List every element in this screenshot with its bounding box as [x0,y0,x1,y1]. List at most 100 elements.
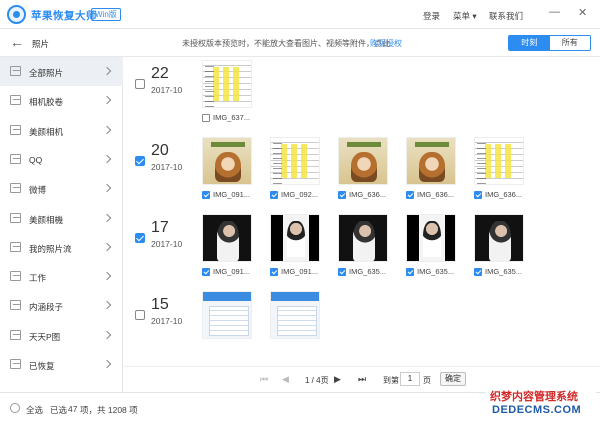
photo-thumbnail[interactable] [406,214,456,262]
sidebar-item[interactable]: QQ [0,145,123,174]
photo-checkbox[interactable] [202,114,210,122]
photo-thumbnail[interactable] [338,137,388,185]
photo-caption: IMG_635... [406,267,462,277]
photo-thumbnail[interactable] [406,137,456,185]
sidebar-item[interactable]: 内涵段子 [0,291,123,320]
photo-filename: IMG_091... [213,267,251,276]
chevron-right-icon [102,242,112,252]
selected-count: 47 [68,404,78,414]
app-logo-icon [7,5,26,24]
album-icon [10,66,21,76]
photo-thumbnail[interactable] [202,137,252,185]
sidebar-item[interactable]: 美颜相机 [0,116,123,145]
sidebar-item-label: 微博 [29,185,47,196]
photo-thumbnail[interactable] [202,60,252,108]
sidebar-item[interactable]: 工作 [0,262,123,291]
date-group: 17 2017-10 IMG_091... IMG_091... IMG_635... I… [124,214,600,290]
photo-image [203,215,251,261]
group-day: 15 [151,296,169,313]
photo-checkbox[interactable] [270,268,278,276]
close-button[interactable]: ✕ [578,6,587,19]
sidebar-item-label: 相机胶卷 [29,97,64,108]
photo-checkbox[interactable] [474,191,482,199]
sidebar-item-label: QQ [29,154,43,165]
minimize-button[interactable]: — [549,6,560,18]
title-bar: 苹果恢复大师 Win版 登录 菜单 ▾ 联系我们 — ✕ [0,0,600,29]
group-month: 2017-10 [151,85,183,95]
sidebar-item[interactable]: 我的照片流 [0,233,123,262]
photo-thumbnail[interactable] [202,214,252,262]
app-title: 苹果恢复大师 [31,10,97,22]
sidebar-item-label: 已恢复 [29,361,55,371]
chevron-right-icon [102,154,112,164]
sidebar-item-label: 美颜相機 [29,214,64,225]
album-icon [10,124,21,135]
photo-image [203,61,251,107]
last-page-icon[interactable]: ⏭ [358,374,366,385]
photo-caption: IMG_636... [474,190,530,200]
photo-image [203,138,251,184]
group-checkbox[interactable] [135,79,145,89]
sidebar-item[interactable]: 已恢复 [0,350,123,379]
album-icon [10,153,21,164]
photo-thumbnail[interactable] [338,214,388,262]
select-all-label[interactable]: 全选 [26,404,43,416]
menu-dropdown[interactable]: 菜单 ▾ [453,10,477,22]
photo-thumbnail[interactable] [270,214,320,262]
chevron-right-icon [102,96,112,105]
group-checkbox[interactable] [135,233,145,243]
photo-image [271,292,319,338]
photo-filename: IMG_635... [349,267,387,276]
login-link[interactable]: 登录 [423,10,440,22]
photo-thumbnail[interactable] [474,214,524,262]
photo-caption: IMG_636... [338,190,394,200]
photo-image [407,138,455,184]
back-arrow-icon[interactable]: ← [10,34,24,50]
photo-caption: IMG_092... [270,190,326,200]
sidebar-item[interactable]: 微博 [0,174,123,203]
tab-moments[interactable]: 时刻 [509,36,550,50]
chevron-right-icon [102,301,112,310]
photo-caption: IMG_091... [202,267,258,277]
photo-caption: IMG_091... [270,267,326,277]
chevron-right-icon [102,271,112,281]
photo-thumbnail[interactable] [270,137,320,185]
tab-all[interactable]: 所有 [549,36,590,50]
page-input[interactable]: 1 [400,372,420,386]
first-page-icon[interactable]: ⏮ [260,374,268,385]
photo-checkbox[interactable] [338,268,346,276]
photo-checkbox[interactable] [474,268,482,276]
prev-page-icon[interactable]: ◀ [282,374,289,385]
sidebar-item[interactable]: 天天P图 [0,321,123,350]
photo-checkbox[interactable] [406,191,414,199]
photo-filename: IMG_635... [485,267,523,276]
photo-checkbox[interactable] [270,191,278,199]
sidebar-item[interactable]: 美颜相機 [0,204,123,233]
sidebar-item[interactable]: 相机胶卷 [0,86,123,115]
contact-link[interactable]: 联系我们 [489,10,523,22]
photo-thumbnail[interactable] [270,291,320,339]
photo-filename: IMG_636... [485,190,523,199]
photo-checkbox[interactable] [338,191,346,199]
photo-checkbox[interactable] [202,268,210,276]
sidebar-item[interactable]: 全部照片 [0,57,123,86]
select-all-radio[interactable] [10,403,20,413]
photo-thumbnail[interactable] [202,291,252,339]
goto-confirm-button[interactable]: 确定 [440,372,466,386]
group-checkbox[interactable] [135,156,145,166]
photo-thumbnail[interactable] [474,137,524,185]
chevron-right-icon [102,359,112,369]
buy-license-link[interactable]: 购买授权 [370,38,402,49]
photo-caption: IMG_635... [474,267,530,277]
watermark-line1: 织梦内容管理系统 [490,391,578,403]
photo-filename: IMG_091... [281,267,319,276]
photo-checkbox[interactable] [202,191,210,199]
album-icon [10,300,21,311]
sidebar-item-label: 天天P图 [29,331,61,342]
page-title: 照片 [32,39,50,49]
photo-checkbox[interactable] [406,268,414,276]
group-checkbox[interactable] [135,310,145,320]
photo-image [407,215,455,261]
sidebar-item-label: 内涵段子 [29,302,64,313]
next-page-icon[interactable]: ▶ [334,374,341,385]
